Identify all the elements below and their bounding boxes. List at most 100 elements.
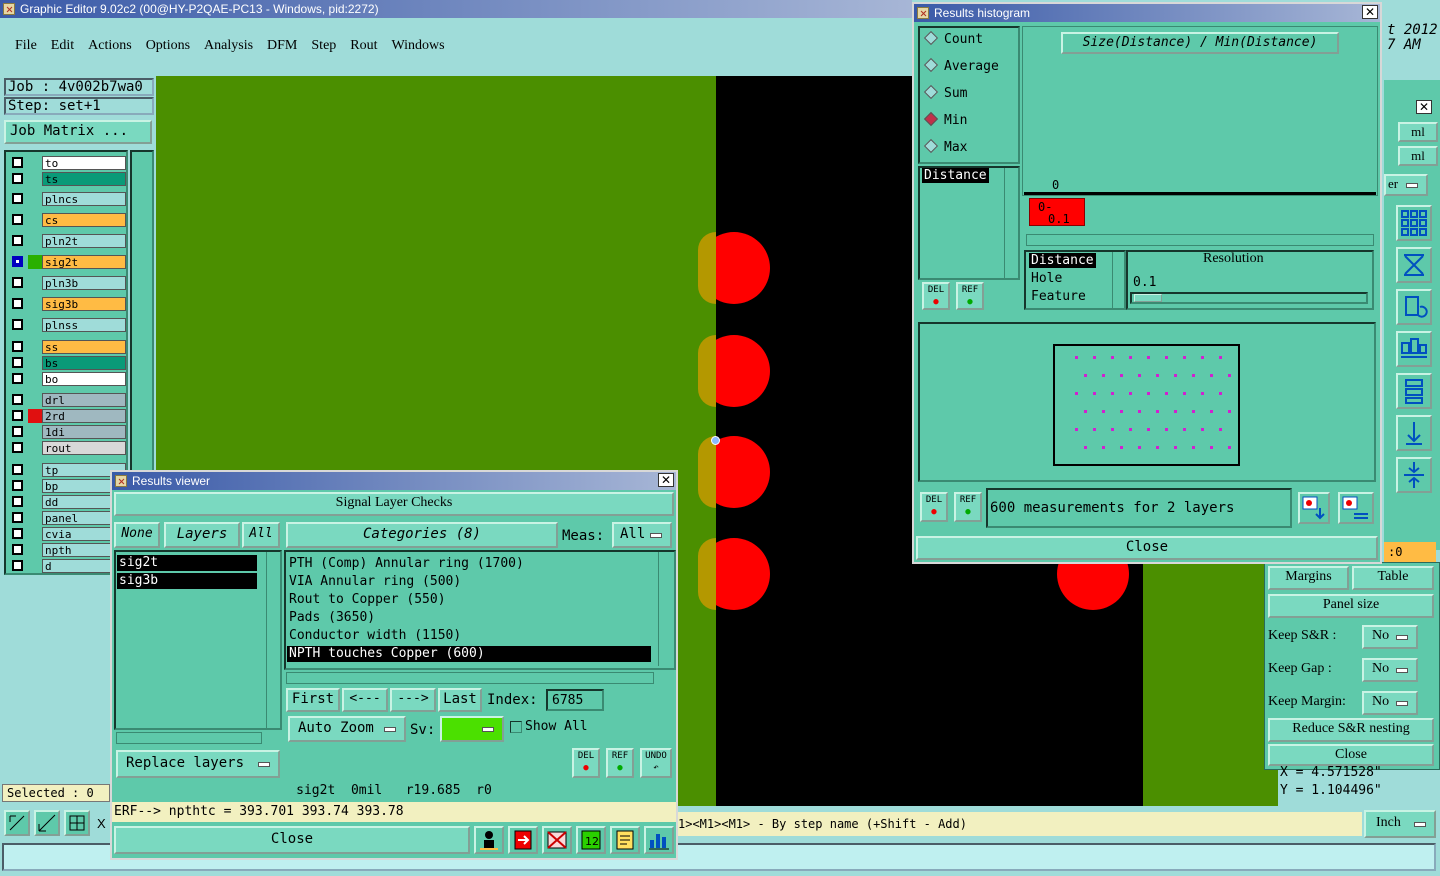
zoom-to-result-icon[interactable]	[1298, 492, 1330, 524]
number-icon[interactable]: 12	[576, 826, 606, 854]
resolution-slider[interactable]	[1130, 292, 1368, 304]
last-button[interactable]: Last	[438, 688, 482, 712]
layer-checkbox[interactable]	[12, 512, 23, 523]
menu-rout[interactable]: Rout	[350, 38, 377, 53]
keep-gap-dropdown[interactable]: No	[1362, 658, 1418, 682]
rv-del-button[interactable]: DEL ●	[572, 748, 600, 778]
layer-row-d[interactable]: d	[8, 559, 126, 573]
layer-row-sig3b[interactable]: sig3b	[8, 297, 126, 311]
layer-row-rout[interactable]: rout	[8, 441, 126, 455]
move-down-icon[interactable]	[1396, 415, 1432, 451]
layer-checkbox[interactable]	[12, 480, 23, 491]
layer-checkbox[interactable]	[12, 528, 23, 539]
export-icon[interactable]	[508, 826, 538, 854]
table-button[interactable]: Table	[1352, 566, 1434, 590]
results-layer-item[interactable]: sig3b	[117, 573, 257, 589]
layer-row-sig2t[interactable]: sig2t	[8, 255, 126, 269]
category-list-scrollbar[interactable]	[658, 552, 672, 666]
menu-windows[interactable]: Windows	[392, 38, 445, 53]
category-item[interactable]: PTH (Comp) Annular ring (1700)	[287, 556, 651, 572]
hist-del-button[interactable]: DEL ●	[922, 282, 950, 310]
side-er-dropdown[interactable]: er	[1384, 174, 1428, 196]
layer-checkbox[interactable]	[12, 298, 23, 309]
none-button[interactable]: None	[114, 522, 160, 548]
layer-row-cvia[interactable]: cvia	[8, 527, 126, 541]
all-layers-button[interactable]: All	[242, 522, 280, 548]
menu-edit[interactable]: Edit	[51, 38, 74, 53]
mode-radio-sum[interactable]: Sum	[926, 86, 967, 101]
sv-color-dropdown[interactable]	[440, 716, 504, 742]
grid-tool-icon[interactable]	[64, 810, 90, 836]
panel-size-button[interactable]: Panel size	[1268, 594, 1434, 618]
menu-file[interactable]: File	[15, 38, 37, 53]
side-panel-close-icon[interactable]: ✕	[1416, 100, 1432, 114]
layer-row-drl[interactable]: drl	[8, 393, 126, 407]
category-item[interactable]: Conductor width (1150)	[287, 628, 651, 644]
layer-checkbox[interactable]	[12, 357, 23, 368]
layer-row-bo[interactable]: bo	[8, 372, 126, 386]
results-layer-list-scrollbar[interactable]	[266, 552, 280, 728]
layer-row-plnss[interactable]: plnss	[8, 318, 126, 332]
panelize-close-button[interactable]: Close	[1268, 744, 1434, 766]
layer-checkbox[interactable]	[12, 464, 23, 475]
menu-dfm[interactable]: DFM	[267, 38, 297, 53]
hist-ref-button-2[interactable]: REF ●	[954, 492, 982, 522]
mode-radio-count[interactable]: Count	[926, 32, 983, 47]
results-viewer-close-button[interactable]: Close	[114, 826, 470, 854]
show-all-checkbox[interactable]	[510, 721, 522, 733]
layer-row-panel[interactable]: panel	[8, 511, 126, 525]
menu-actions[interactable]: Actions	[88, 38, 132, 53]
sort-list-scrollbar[interactable]	[1112, 252, 1124, 308]
layer-row-2rd[interactable]: 2rd	[8, 409, 126, 423]
replace-layers-dropdown[interactable]: Replace layers	[116, 750, 280, 778]
next-button[interactable]: --->	[390, 688, 436, 712]
rotate-icon[interactable]	[1396, 289, 1432, 325]
erf-delete-icon[interactable]	[542, 826, 572, 854]
mode-radio-average[interactable]: Average	[926, 59, 999, 74]
layer-checkbox[interactable]	[12, 235, 23, 246]
category-item[interactable]: VIA Annular ring (500)	[287, 574, 651, 590]
histogram-bar[interactable]: 0- 0.1	[1029, 198, 1085, 226]
sort-field-item[interactable]: Feature	[1029, 289, 1088, 304]
layer-row-1di[interactable]: 1di	[8, 425, 126, 439]
highlight-result-icon[interactable]	[1338, 492, 1374, 524]
compress-icon[interactable]	[1396, 457, 1432, 493]
layer-checkbox[interactable]	[12, 277, 23, 288]
category-item[interactable]: NPTH touches Copper (600)	[287, 646, 651, 662]
measure-tool-icon[interactable]	[34, 810, 60, 836]
align-icon[interactable]	[1396, 331, 1432, 367]
layer-checkbox[interactable]	[12, 394, 23, 405]
rv-undo-button[interactable]: UNDO ↶	[640, 748, 672, 778]
person-icon[interactable]	[474, 826, 504, 854]
layer-checkbox[interactable]	[12, 319, 23, 330]
signal-layer-checks-header[interactable]: Signal Layer Checks	[114, 492, 674, 516]
job-matrix-button[interactable]: Job Matrix ...	[4, 120, 152, 144]
sort-field-item[interactable]: Distance	[1029, 253, 1096, 268]
layer-checkbox[interactable]	[12, 157, 23, 168]
index-input[interactable]	[546, 689, 604, 711]
keep-sr-dropdown[interactable]: No	[1362, 625, 1418, 649]
layer-checkbox[interactable]	[12, 560, 23, 571]
layer-row-bp[interactable]: bp	[8, 479, 126, 493]
layer-row-ss[interactable]: ss	[8, 340, 126, 354]
grid-view-icon[interactable]	[1396, 205, 1432, 241]
layer-checkbox[interactable]	[12, 426, 23, 437]
notes-icon[interactable]	[610, 826, 640, 854]
first-button[interactable]: First	[286, 688, 340, 712]
layer-checkbox[interactable]	[12, 256, 23, 267]
meas-dropdown[interactable]: All	[612, 522, 672, 548]
layer-row-plncs[interactable]: plncs	[8, 192, 126, 206]
layer-row-npth[interactable]: npth	[8, 543, 126, 557]
layer-row-pln3b[interactable]: pln3b	[8, 276, 126, 290]
layer-row-cs[interactable]: cs	[8, 213, 126, 227]
layer-row-bs[interactable]: bs	[8, 356, 126, 370]
layer-checkbox[interactable]	[12, 442, 23, 453]
layer-row-ts[interactable]: ts	[8, 172, 126, 186]
layer-checkbox[interactable]	[12, 373, 23, 384]
sort-field-item[interactable]: Hole	[1029, 271, 1064, 286]
margins-button[interactable]: Margins	[1268, 566, 1349, 590]
rv-ref-button[interactable]: REF ●	[606, 748, 634, 778]
layer-checkbox[interactable]	[12, 544, 23, 555]
prev-button[interactable]: <---	[342, 688, 388, 712]
field-list-item[interactable]: Distance	[922, 168, 989, 183]
